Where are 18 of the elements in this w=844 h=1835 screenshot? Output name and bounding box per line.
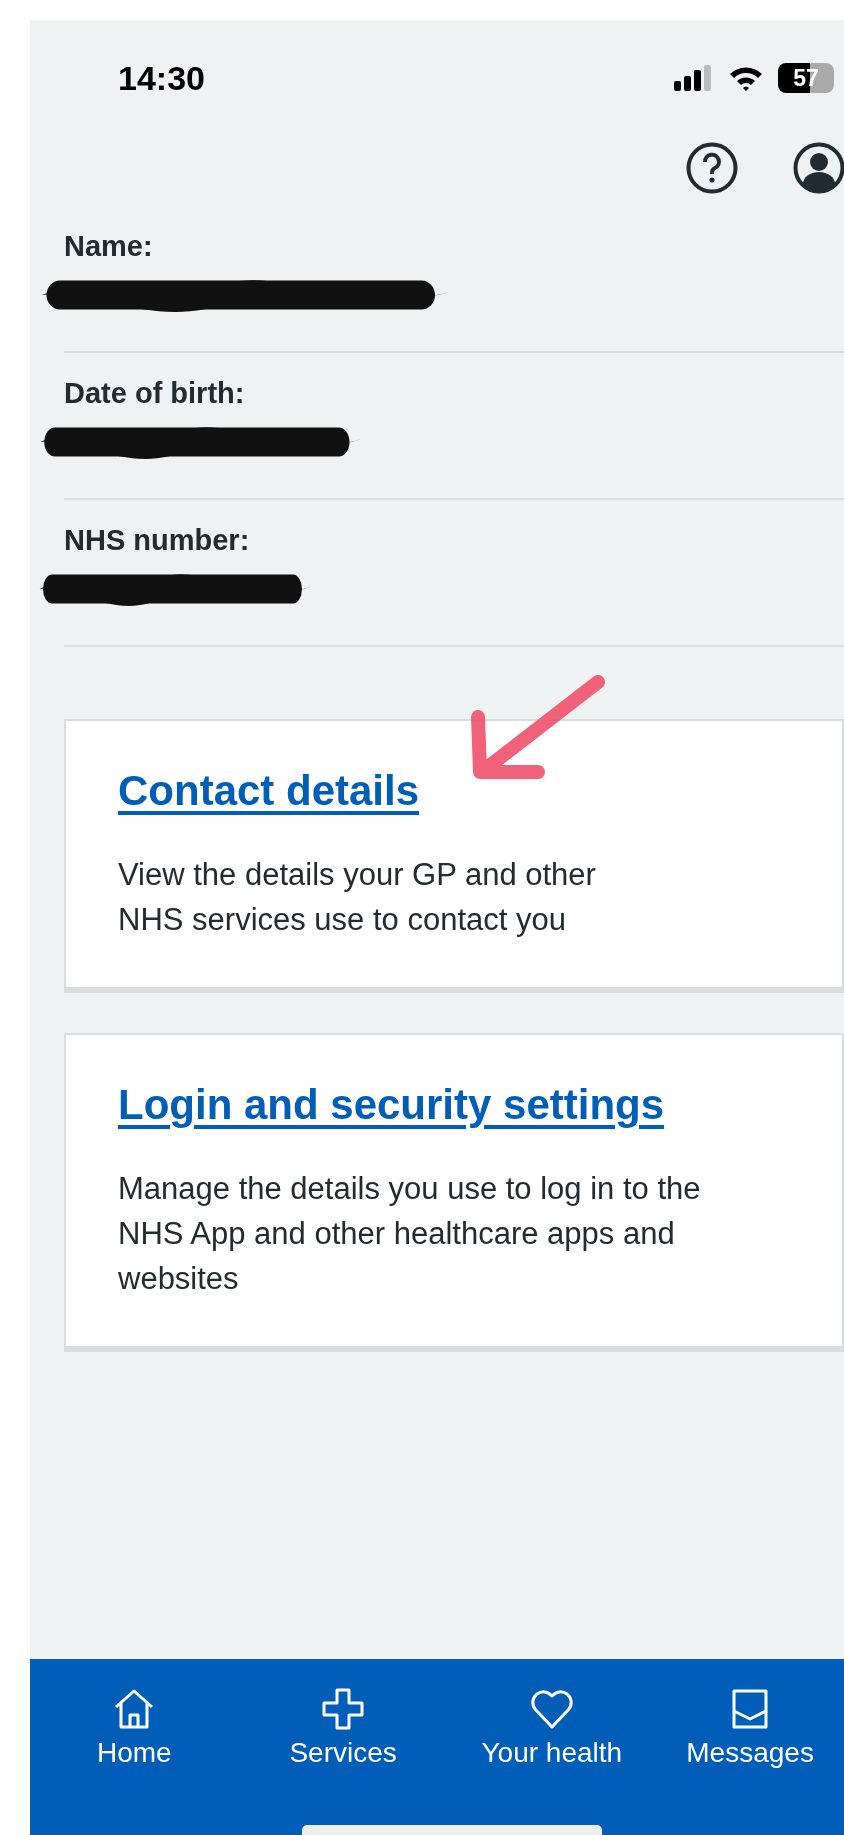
nav-tab[interactable]: Home	[30, 1687, 239, 1769]
nav-tab[interactable]: Your health	[447, 1687, 657, 1769]
profile-icon[interactable]	[793, 142, 844, 194]
nav-tab[interactable]: Services	[238, 1687, 448, 1769]
field-label: NHS number:	[64, 524, 251, 557]
signal-icon	[674, 65, 714, 91]
card-description: Manage the details you use to log in to the NHS App and other healthcare apps and websites	[118, 1169, 702, 1298]
field-label: Name:	[64, 230, 154, 263]
field-label: Date of birth:	[64, 377, 246, 410]
card-link[interactable]: Login and security settings	[118, 1080, 665, 1129]
card-link[interactable]: Contact details	[118, 767, 420, 815]
nav-tab[interactable]: Messages	[656, 1687, 844, 1769]
plus-icon	[321, 1687, 366, 1731]
help-icon[interactable]	[686, 142, 738, 194]
card-description: View the details your GP and other NHS services use to contact you	[118, 856, 597, 939]
status-time: 14:30	[118, 58, 205, 98]
heart-icon	[529, 1687, 574, 1731]
wifi-icon	[728, 65, 764, 91]
